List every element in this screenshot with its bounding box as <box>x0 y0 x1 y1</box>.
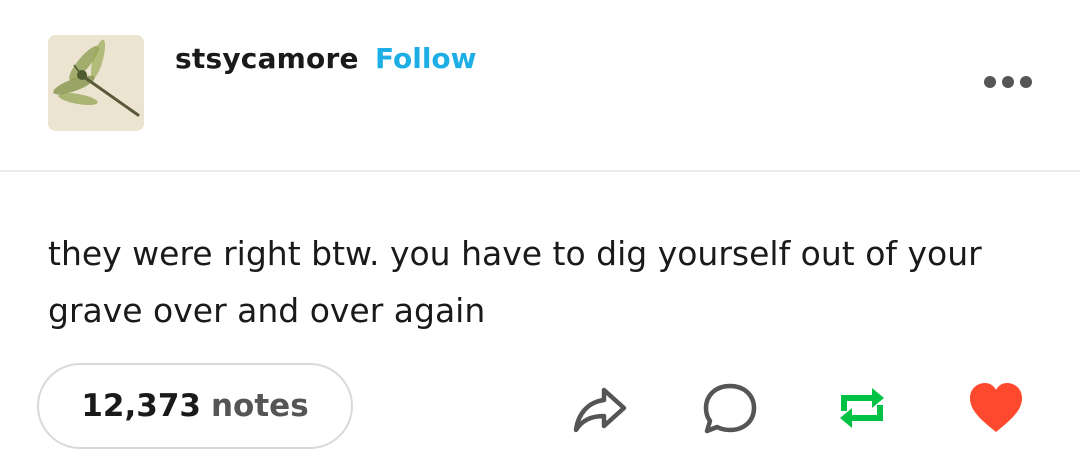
header-divider <box>0 170 1080 172</box>
notes-button[interactable]: 12,373 notes <box>37 363 353 449</box>
notes-count: 12,373 <box>81 388 201 424</box>
username[interactable]: stsycamore <box>175 42 359 75</box>
more-dots-icon <box>984 76 1032 88</box>
reply-icon <box>703 383 757 434</box>
notes-label: notes <box>210 388 309 424</box>
like-button[interactable] <box>966 378 1026 438</box>
heart-icon <box>970 383 1022 432</box>
reblog-icon <box>840 388 884 428</box>
avatar[interactable] <box>48 35 144 131</box>
follow-button[interactable]: Follow <box>375 42 477 75</box>
reply-button[interactable] <box>700 378 760 438</box>
post-header: stsycamore Follow <box>0 0 1080 170</box>
more-options-button[interactable] <box>980 70 1036 94</box>
share-icon <box>573 387 627 433</box>
post-text: they were right btw. you have to dig you… <box>48 234 982 330</box>
dragonfly-icon <box>48 35 144 131</box>
share-button[interactable] <box>570 378 630 438</box>
reblog-button[interactable] <box>832 378 892 438</box>
